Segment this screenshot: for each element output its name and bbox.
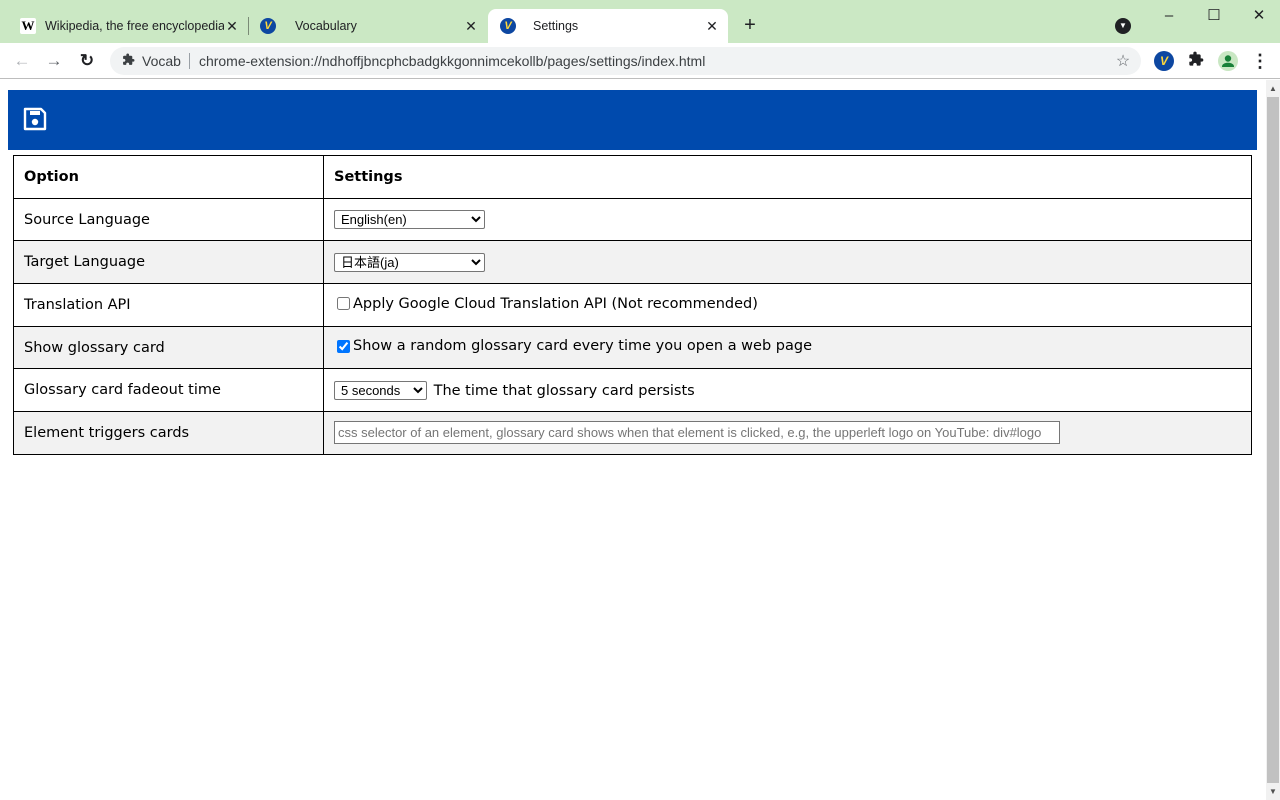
floppy-disk-icon <box>23 107 47 131</box>
table-row: Element triggers cards <box>13 411 1252 455</box>
target-language-select[interactable]: 日本語(ja) <box>334 252 485 272</box>
show-glossary-option[interactable]: Show a random glossary card every time y… <box>334 338 812 354</box>
show-glossary-checkbox[interactable] <box>337 339 350 353</box>
tab-vocabulary[interactable]: V Vocabulary ✕ <box>249 9 487 43</box>
minimize-button[interactable]: – <box>1146 4 1192 28</box>
back-button[interactable]: ← <box>10 49 34 73</box>
new-tab-button[interactable]: + <box>740 15 760 36</box>
wikipedia-w-icon: W <box>20 18 36 34</box>
table-row: Source Language English(en) <box>13 197 1252 242</box>
page-scrollbar[interactable]: ▲ ▼ <box>1266 80 1280 800</box>
translation-api-checkbox[interactable] <box>337 297 350 311</box>
tab-title: Settings <box>533 19 579 33</box>
close-tab-icon[interactable]: ✕ <box>224 18 240 34</box>
settings-page: Option Settings Source Language English(… <box>0 80 1266 800</box>
tab-search-icon[interactable]: ▼ <box>1115 18 1131 34</box>
vocab-extension-icon: V <box>260 18 276 34</box>
fadeout-time-select[interactable]: 5 seconds <box>334 380 427 400</box>
fadeout-time-description: The time that glossary card persists <box>433 382 695 399</box>
option-label: Glossary card fadeout time <box>13 368 324 413</box>
tab-title: Vocabulary <box>295 19 357 33</box>
table-row: Show glossary card Show a random glossar… <box>13 325 1252 370</box>
translation-api-option[interactable]: Apply Google Cloud Translation API (Not … <box>334 296 758 312</box>
translation-api-label: Apply Google Cloud Translation API (Not … <box>353 295 758 312</box>
option-label: Target Language <box>13 240 324 285</box>
maximize-button[interactable]: ☐ <box>1191 4 1237 28</box>
trigger-selector-input[interactable] <box>334 421 1060 445</box>
profile-avatar-icon[interactable] <box>1218 51 1238 71</box>
save-button[interactable] <box>22 106 52 136</box>
reload-button[interactable]: ↻ <box>75 49 99 73</box>
settings-table: Option Settings Source Language English(… <box>13 155 1252 455</box>
setting-cell: 日本語(ja) <box>323 240 1252 285</box>
setting-cell: English(en) <box>323 197 1252 242</box>
setting-cell: 5 seconds The time that glossary card pe… <box>323 368 1252 413</box>
table-row: Translation API Apply Google Cloud Trans… <box>13 283 1252 327</box>
puzzle-piece-icon <box>120 53 136 69</box>
scrollbar-thumb[interactable] <box>1267 97 1279 783</box>
table-row: Glossary card fadeout time 5 seconds The… <box>13 368 1252 413</box>
extension-chip: Vocab <box>142 53 190 69</box>
option-label: Source Language <box>13 197 324 242</box>
scroll-down-arrow-icon[interactable]: ▼ <box>1266 783 1280 800</box>
column-header-settings: Settings <box>323 155 1252 199</box>
close-tab-icon[interactable]: ✕ <box>704 18 720 34</box>
option-label: Element triggers cards <box>13 411 324 455</box>
scroll-up-arrow-icon[interactable]: ▲ <box>1266 80 1280 97</box>
tab-settings[interactable]: V Settings ✕ <box>488 9 728 43</box>
header-bar <box>8 90 1257 150</box>
forward-button[interactable]: → <box>42 49 66 73</box>
close-tab-icon[interactable]: ✕ <box>463 18 479 34</box>
table-row: Target Language 日本語(ja) <box>13 240 1252 285</box>
bookmark-star-icon[interactable]: ☆ <box>1111 51 1135 71</box>
option-label: Translation API <box>13 283 324 327</box>
source-language-select[interactable]: English(en) <box>334 210 485 230</box>
setting-cell: Apply Google Cloud Translation API (Not … <box>323 283 1252 327</box>
window-close-button[interactable]: ✕ <box>1236 4 1280 28</box>
column-header-option: Option <box>13 155 324 199</box>
tab-title: Wikipedia, the free encyclopedia <box>45 19 224 33</box>
option-label: Show glossary card <box>13 325 324 370</box>
show-glossary-label: Show a random glossary card every time y… <box>353 338 812 355</box>
tab-strip: W Wikipedia, the free encyclopedia ✕ V V… <box>0 0 1280 43</box>
chrome-menu-icon[interactable]: ⋮ <box>1250 51 1270 71</box>
vocab-extension-icon: V <box>500 18 516 34</box>
tab-wikipedia[interactable]: W Wikipedia, the free encyclopedia ✕ <box>0 9 248 43</box>
vocab-extension-icon[interactable]: V <box>1154 51 1174 71</box>
browser-toolbar: ← → ↻ Vocab chrome-extension://ndhoffjbn… <box>0 43 1280 79</box>
setting-cell <box>323 411 1252 455</box>
setting-cell: Show a random glossary card every time y… <box>323 325 1252 370</box>
address-bar[interactable]: Vocab chrome-extension://ndhoffjbncphcba… <box>110 47 1141 75</box>
extensions-puzzle-icon[interactable] <box>1186 51 1206 71</box>
url-text[interactable]: chrome-extension://ndhoffjbncphcbadgkkgo… <box>199 53 1111 69</box>
